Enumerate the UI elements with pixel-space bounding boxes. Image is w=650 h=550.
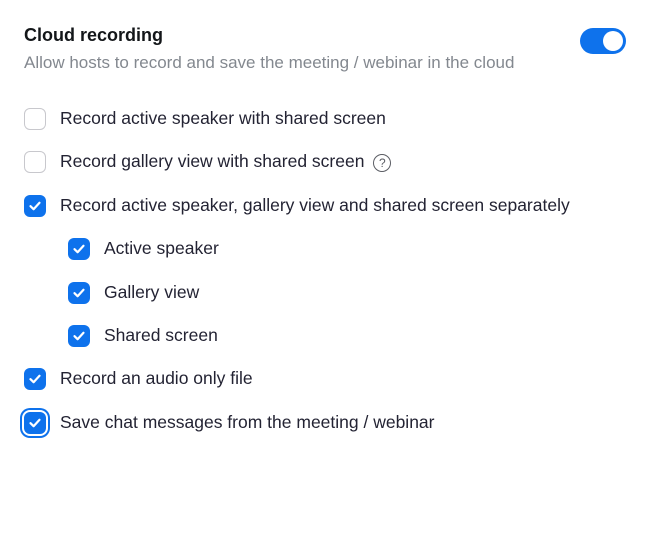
label-save-chat: Save chat messages from the meeting / we… (60, 410, 435, 435)
checkbox-record-active-speaker-shared[interactable] (24, 108, 46, 130)
check-icon (28, 372, 42, 386)
label-record-active-speaker-shared: Record active speaker with shared screen (60, 106, 386, 131)
label-audio-only: Record an audio only file (60, 366, 253, 391)
label-record-separately: Record active speaker, gallery view and … (60, 193, 570, 218)
section-subtitle: Allow hosts to record and save the meeti… (24, 51, 514, 76)
label-record-gallery-shared-text: Record gallery view with shared screen (60, 151, 364, 171)
checkbox-audio-only[interactable] (24, 368, 46, 390)
label-shared-screen: Shared screen (104, 323, 218, 348)
label-record-gallery-shared: Record gallery view with shared screen ? (60, 149, 391, 174)
checkbox-record-gallery-shared[interactable] (24, 151, 46, 173)
check-icon (72, 329, 86, 343)
option-save-chat[interactable]: Save chat messages from the meeting / we… (24, 410, 626, 435)
checkbox-active-speaker[interactable] (68, 238, 90, 260)
option-shared-screen[interactable]: Shared screen (24, 323, 626, 348)
check-icon (28, 416, 42, 430)
cloud-recording-toggle[interactable] (580, 28, 626, 54)
label-active-speaker: Active speaker (104, 236, 219, 261)
section-title: Cloud recording (24, 24, 514, 47)
check-icon (72, 286, 86, 300)
option-audio-only[interactable]: Record an audio only file (24, 366, 626, 391)
checkbox-gallery-view[interactable] (68, 282, 90, 304)
checkbox-save-chat[interactable] (24, 412, 46, 434)
label-gallery-view: Gallery view (104, 280, 199, 305)
checkbox-shared-screen[interactable] (68, 325, 90, 347)
option-record-separately[interactable]: Record active speaker, gallery view and … (24, 193, 626, 218)
option-gallery-view[interactable]: Gallery view (24, 280, 626, 305)
option-record-gallery-shared[interactable]: Record gallery view with shared screen ? (24, 149, 626, 174)
help-icon[interactable]: ? (373, 154, 391, 172)
check-icon (72, 242, 86, 256)
option-record-active-speaker-shared[interactable]: Record active speaker with shared screen (24, 106, 626, 131)
option-active-speaker[interactable]: Active speaker (24, 236, 626, 261)
checkbox-record-separately[interactable] (24, 195, 46, 217)
check-icon (28, 199, 42, 213)
